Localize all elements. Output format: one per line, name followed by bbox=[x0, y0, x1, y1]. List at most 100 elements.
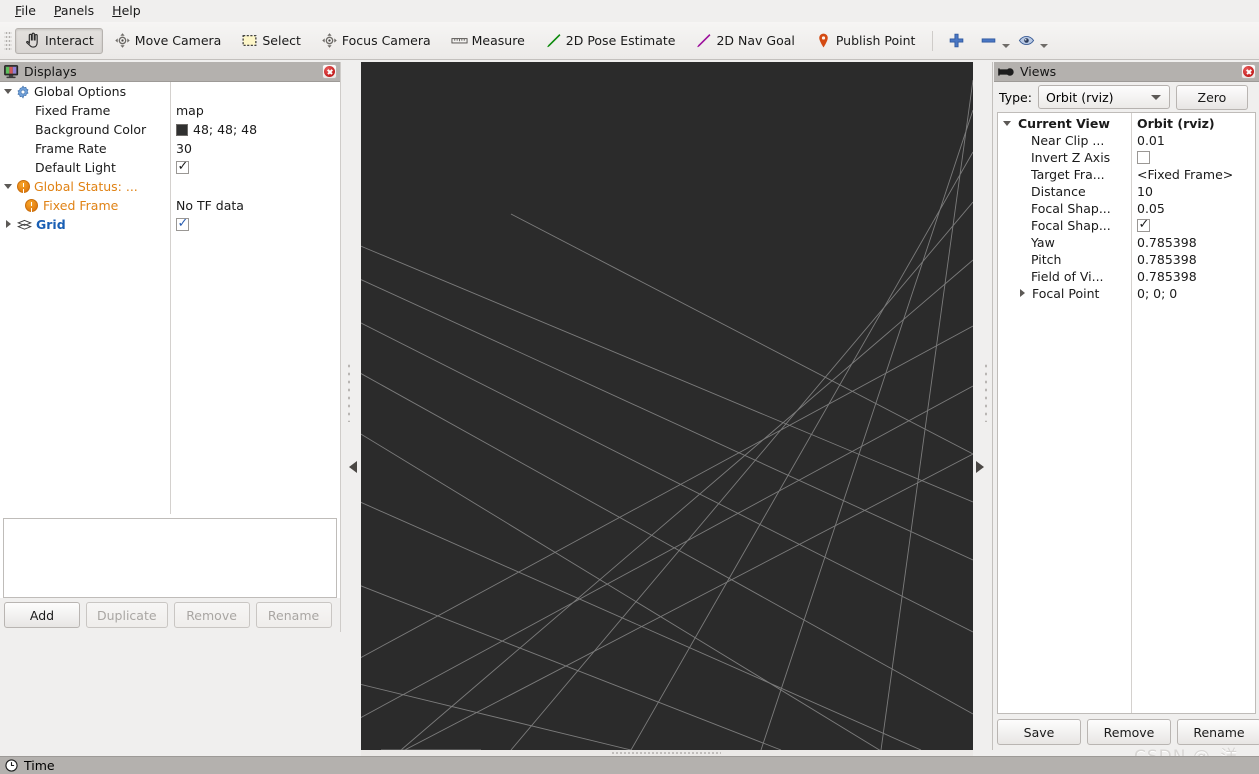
tool-measure-button[interactable]: Measure bbox=[442, 28, 534, 54]
tree-value-frame-rate[interactable]: 30 bbox=[176, 141, 192, 156]
views-row-focal-point[interactable]: Focal Point 0; 0; 0 bbox=[998, 285, 1255, 302]
views-row-focal-shape-size[interactable]: Focal Shap... 0.05 bbox=[998, 200, 1255, 217]
tree-row-global-status[interactable]: Global Status: ... bbox=[0, 177, 340, 196]
tree-row-fixed-frame[interactable]: Fixed Frame map bbox=[0, 101, 340, 120]
ground-grid bbox=[361, 62, 973, 750]
focus-camera-icon bbox=[322, 33, 337, 48]
tree-row-default-light[interactable]: Default Light bbox=[0, 158, 340, 177]
menu-help[interactable]: Help bbox=[103, 1, 150, 21]
tree-label-frame-rate: Frame Rate bbox=[35, 141, 107, 156]
views-row-pitch[interactable]: Pitch 0.785398 bbox=[998, 251, 1255, 268]
remove-button[interactable]: Remove bbox=[173, 602, 250, 628]
tree-value-background-color[interactable]: 48; 48; 48 bbox=[176, 122, 257, 137]
views-value-field-of-view[interactable]: 0.785398 bbox=[1137, 269, 1197, 284]
right-splitter[interactable] bbox=[973, 62, 993, 750]
tool-focus-camera-button[interactable]: Focus Camera bbox=[312, 28, 440, 54]
views-row-distance[interactable]: Distance 10 bbox=[998, 183, 1255, 200]
tool-interact-button[interactable]: Interact bbox=[15, 27, 103, 54]
visibility-menu-arrow[interactable] bbox=[1039, 31, 1049, 51]
view-type-select[interactable]: Orbit (rviz) bbox=[1037, 85, 1170, 109]
tree-row-frame-rate[interactable]: Frame Rate 30 bbox=[0, 139, 340, 158]
views-tree[interactable]: Current View Orbit (rviz) Near Clip ... … bbox=[997, 112, 1256, 714]
map-pin-icon bbox=[819, 33, 828, 48]
time-panel-titlebar: Time bbox=[0, 756, 1259, 774]
rename-button[interactable]: Rename bbox=[255, 602, 332, 628]
menu-file[interactable]: File bbox=[6, 1, 45, 21]
default-light-checkbox[interactable] bbox=[176, 159, 189, 174]
views-row-target-frame[interactable]: Target Fra... <Fixed Frame> bbox=[998, 166, 1255, 183]
magenta-arrow-icon bbox=[697, 34, 711, 48]
camera-icon bbox=[998, 67, 1014, 76]
focal-shape-fixed-size-checkbox[interactable] bbox=[1137, 217, 1150, 232]
invert-z-axis-checkbox[interactable] bbox=[1137, 151, 1150, 164]
views-label-focal-shape-size: Focal Shap... bbox=[1031, 201, 1111, 216]
toolbar-grip[interactable] bbox=[4, 29, 12, 52]
views-row-invert-z-axis[interactable]: Invert Z Axis bbox=[998, 149, 1255, 166]
views-panel: Views Type: Orbit (rviz) Zero Current Vi… bbox=[994, 62, 1259, 750]
tool-select-button[interactable]: Select bbox=[232, 28, 310, 54]
tool-2d-pose-estimate-button[interactable]: 2D Pose Estimate bbox=[536, 28, 685, 54]
displays-panel: Displays Global Options Fixed Frame map bbox=[0, 62, 341, 632]
chevron-down-icon[interactable] bbox=[1003, 119, 1012, 128]
views-value-distance[interactable]: 10 bbox=[1137, 184, 1153, 199]
collapse-left-icon[interactable] bbox=[349, 461, 357, 473]
tree-row-status-fixed-frame[interactable]: Fixed Frame No TF data bbox=[0, 196, 340, 215]
chevron-down-icon bbox=[1150, 94, 1161, 100]
grid-icon bbox=[17, 219, 32, 230]
views-value-invert-z-axis[interactable] bbox=[1137, 151, 1150, 164]
views-value-near-clip[interactable]: 0.01 bbox=[1137, 133, 1165, 148]
splitter-grip bbox=[984, 362, 988, 422]
views-label-invert-z-axis: Invert Z Axis bbox=[1031, 150, 1111, 165]
views-value-focal-shape-fixed-size[interactable] bbox=[1137, 217, 1150, 232]
duplicate-button[interactable]: Duplicate bbox=[86, 602, 168, 628]
views-row-near-clip[interactable]: Near Clip ... 0.01 bbox=[998, 132, 1255, 149]
chevron-right-icon[interactable] bbox=[4, 220, 13, 229]
remove-view-button[interactable]: Remove bbox=[1087, 719, 1171, 745]
views-row-field-of-view[interactable]: Field of Vi... 0.785398 bbox=[998, 268, 1255, 285]
collapse-right-icon[interactable] bbox=[976, 461, 984, 473]
views-row-current-view[interactable]: Current View Orbit (rviz) bbox=[998, 115, 1255, 132]
tree-row-grid[interactable]: Grid bbox=[0, 215, 340, 234]
remove-tool-menu-arrow[interactable] bbox=[1001, 31, 1011, 51]
views-value-yaw[interactable]: 0.785398 bbox=[1137, 235, 1197, 250]
chevron-right-icon[interactable] bbox=[1018, 289, 1027, 298]
menu-panels[interactable]: Panels bbox=[45, 1, 103, 21]
views-row-yaw[interactable]: Yaw 0.785398 bbox=[998, 234, 1255, 251]
tool-focus-camera-label: Focus Camera bbox=[341, 33, 431, 48]
views-close-button[interactable] bbox=[1241, 64, 1256, 79]
views-label-yaw: Yaw bbox=[1031, 235, 1055, 250]
tool-2d-nav-goal-button[interactable]: 2D Nav Goal bbox=[686, 28, 803, 54]
warning-icon bbox=[17, 180, 30, 193]
displays-close-button[interactable] bbox=[322, 64, 337, 79]
tool-publish-point-button[interactable]: Publish Point bbox=[806, 28, 925, 54]
render-viewport[interactable] bbox=[361, 62, 973, 750]
tree-value-fixed-frame[interactable]: map bbox=[176, 103, 204, 118]
views-value-target-frame[interactable]: <Fixed Frame> bbox=[1137, 167, 1233, 182]
views-row-focal-shape-fixed-size[interactable]: Focal Shap... bbox=[998, 217, 1255, 234]
displays-tree[interactable]: Global Options Fixed Frame map Backgroun… bbox=[0, 82, 340, 514]
views-value-focal-point[interactable]: 0; 0; 0 bbox=[1137, 286, 1177, 301]
tree-value-grid[interactable] bbox=[176, 216, 189, 231]
save-view-button[interactable]: Save bbox=[997, 719, 1081, 745]
tool-move-camera-button[interactable]: Move Camera bbox=[105, 28, 231, 54]
add-button[interactable]: Add bbox=[4, 602, 80, 628]
grid-checkbox[interactable] bbox=[176, 216, 189, 231]
rename-view-button[interactable]: Rename bbox=[1177, 719, 1259, 745]
views-value-pitch[interactable]: 0.785398 bbox=[1137, 252, 1197, 267]
tree-value-default-light[interactable] bbox=[176, 159, 189, 174]
tree-row-background-color[interactable]: Background Color 48; 48; 48 bbox=[0, 120, 340, 139]
zero-button[interactable]: Zero bbox=[1175, 84, 1248, 110]
chevron-down-icon[interactable] bbox=[4, 87, 13, 96]
left-splitter[interactable] bbox=[341, 62, 361, 750]
monitor-icon bbox=[4, 64, 19, 78]
views-value-focal-shape-size[interactable]: 0.05 bbox=[1137, 201, 1165, 216]
chevron-down-icon[interactable] bbox=[4, 182, 13, 191]
tree-row-global-options[interactable]: Global Options bbox=[0, 82, 340, 101]
tool-select-label: Select bbox=[262, 33, 301, 48]
remove-tool-button[interactable] bbox=[975, 28, 1001, 54]
views-panel-titlebar: Views bbox=[994, 62, 1259, 82]
visibility-button[interactable] bbox=[1013, 28, 1039, 54]
main-toolbar: Interact Move Camera Select Focus Camera bbox=[0, 22, 1259, 60]
tool-measure-label: Measure bbox=[471, 33, 525, 48]
add-tool-button[interactable] bbox=[943, 28, 969, 54]
